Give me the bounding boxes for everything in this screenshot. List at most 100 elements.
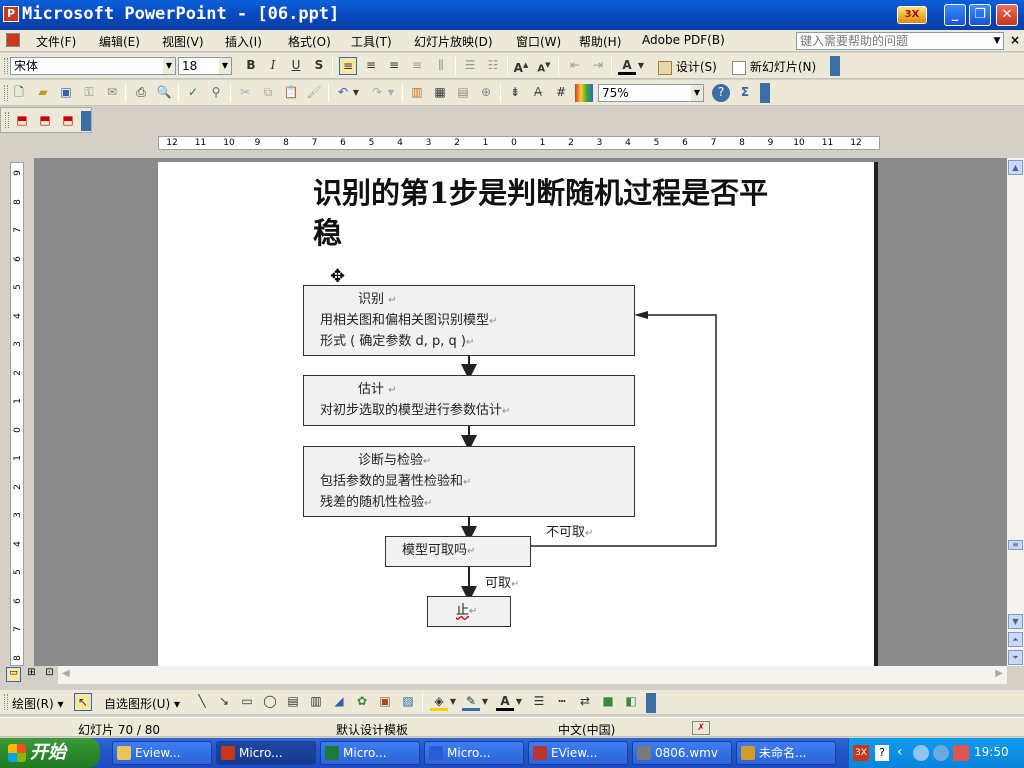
chevron-down-icon[interactable]: ▼ (636, 57, 646, 75)
close-button[interactable]: ✕ (996, 4, 1018, 26)
clipart-icon[interactable]: ▣ (376, 693, 394, 711)
toolbar-options-button[interactable] (81, 111, 91, 131)
toolbar-options-button[interactable] (760, 83, 770, 103)
decrease-indent-button[interactable]: ⇤ (566, 57, 584, 75)
tray-ime-icon[interactable]: 3X (853, 745, 869, 761)
new-slide-button[interactable]: 新幻灯片(N) (732, 58, 816, 75)
clock[interactable]: 19:50 (974, 745, 1009, 759)
minimize-button[interactable]: _ (944, 4, 966, 26)
menu-adobe-pdf[interactable]: Adobe PDF(B) (642, 33, 725, 47)
textbox-icon[interactable]: ▤ (284, 693, 302, 711)
chevron-down-icon[interactable]: ▼ (448, 693, 458, 711)
font-name-select[interactable]: 宋体 ▼ (10, 57, 176, 75)
slide-title[interactable]: 识别的第1步是判断随机过程是否平稳 (313, 173, 783, 253)
3d-style-icon[interactable]: ◧ (622, 693, 640, 711)
document-icon[interactable] (6, 33, 20, 47)
taskbar-task-button[interactable]: Eview... (112, 741, 212, 765)
scroll-thumb[interactable]: ≡ (1008, 540, 1023, 550)
taskbar-task-button[interactable]: Micro... (320, 741, 420, 765)
increase-indent-button[interactable]: ⇥ (589, 57, 607, 75)
chevron-down-icon[interactable]: ▼ (691, 85, 703, 101)
justify-button[interactable]: ≡ (408, 57, 426, 75)
scroll-down-button[interactable]: ▼ (1008, 614, 1023, 629)
arrow-style-icon[interactable]: ⇄ (576, 693, 594, 711)
undo-icon[interactable]: ↶ (334, 84, 352, 102)
email-icon[interactable]: ✉ (103, 84, 121, 102)
toolbar-options-button[interactable] (830, 56, 840, 76)
chevron-down-icon[interactable]: ▼ (991, 33, 1003, 49)
underline-button[interactable]: U (287, 57, 305, 75)
tray-arrow-icon[interactable]: ‹ (897, 744, 903, 760)
oval-icon[interactable]: ◯ (261, 693, 279, 711)
new-document-icon[interactable]: 🗋 (10, 84, 28, 102)
autoshapes-button[interactable]: 自选图形(U) ▾ (104, 695, 180, 712)
chevron-down-icon[interactable]: ▼ (514, 693, 524, 711)
permission-icon[interactable]: ⚿ (80, 84, 98, 102)
help-icon[interactable]: ? (712, 84, 730, 102)
sum-icon[interactable]: Σ (736, 84, 754, 102)
font-color-button[interactable]: A (618, 57, 636, 75)
research-icon[interactable]: ⚲ (207, 84, 225, 102)
taskbar-task-button[interactable]: EView... (528, 741, 628, 765)
scroll-left-button[interactable]: ◀ (62, 668, 70, 679)
shadow-button[interactable]: S (310, 57, 328, 75)
show-formatting-icon[interactable]: A̶ (529, 84, 547, 102)
format-painter-icon[interactable]: 🖌 (305, 84, 323, 102)
dash-style-icon[interactable]: ┅ (553, 693, 571, 711)
copy-icon[interactable]: ⧉ (259, 84, 277, 102)
grid-icon[interactable]: # (552, 84, 570, 102)
toolbar-grip[interactable] (5, 112, 9, 128)
tray-security-icon[interactable] (953, 745, 969, 761)
hyperlink-icon[interactable]: ⊕ (477, 84, 495, 102)
font-size-select[interactable]: 18 ▼ (178, 57, 232, 75)
toolbar-grip[interactable] (4, 58, 8, 74)
select-objects-icon[interactable]: ↖ (74, 693, 92, 711)
insert-chart-icon[interactable]: ▥ (408, 84, 426, 102)
pdf-email-icon[interactable]: ⬒ (36, 112, 54, 130)
spelling-status-icon[interactable]: ✗ (692, 721, 710, 735)
slide-sorter-button[interactable]: ⊞ (24, 667, 39, 682)
align-center-button[interactable]: ≡ (362, 57, 380, 75)
restore-button[interactable]: ❐ (969, 4, 991, 26)
tray-help-icon[interactable]: ? (875, 745, 889, 761)
tables-borders-icon[interactable]: ▤ (454, 84, 472, 102)
distributed-button[interactable]: ⫼ (432, 57, 450, 75)
normal-view-button[interactable]: ▭ (6, 667, 21, 682)
tray-messenger-icon[interactable] (933, 745, 949, 761)
diagram-icon[interactable]: ✿ (353, 693, 371, 711)
toolbar-options-button[interactable] (646, 693, 656, 713)
open-folder-icon[interactable]: ▰ (34, 84, 52, 102)
save-icon[interactable]: ▣ (57, 84, 75, 102)
paste-icon[interactable]: 📋 (282, 84, 300, 102)
italic-button[interactable]: I (264, 57, 282, 75)
vertical-scrollbar[interactable] (1007, 158, 1024, 666)
vertical-textbox-icon[interactable]: ▥ (307, 693, 325, 711)
picture-icon[interactable]: ▨ (399, 693, 417, 711)
toolbar-grip[interactable] (4, 694, 8, 710)
zoom-select[interactable]: 75% ▼ (598, 84, 704, 102)
taskbar-task-button[interactable]: 未命名... (736, 741, 836, 765)
ime-badge-icon[interactable]: 3X (897, 6, 927, 24)
expand-all-icon[interactable]: ⇟ (506, 84, 524, 102)
start-button[interactable]: 开始 (0, 738, 100, 768)
flow-box-diagnose[interactable]: 诊断与检验↵ 包括参数的显著性检验和↵ 残差的随机性检验↵ (303, 446, 635, 517)
menu-edit[interactable]: 编辑(E) (99, 33, 140, 50)
next-slide-button[interactable]: ⏷ (1008, 650, 1023, 665)
rectangle-icon[interactable]: ▭ (238, 693, 256, 711)
bold-button[interactable]: B (242, 57, 260, 75)
flow-box-end[interactable]: 止↵ (427, 596, 511, 627)
scroll-right-button[interactable]: ▶ (995, 668, 1003, 679)
taskbar-task-button[interactable]: 0806.wmv (632, 741, 732, 765)
menu-window[interactable]: 窗口(W) (516, 33, 561, 50)
horizontal-scrollbar[interactable]: ◀ ▶ (58, 666, 1007, 684)
taskbar-task-button[interactable]: Micro... (216, 741, 316, 765)
chevron-down-icon[interactable]: ▼ (386, 84, 396, 102)
flow-box-identify[interactable]: 识别 ↵ 用相关图和偏相关图识别模型↵ 形式 ( 确定参数 d, p, q )↵ (303, 285, 635, 356)
chevron-down-icon[interactable]: ▼ (480, 693, 490, 711)
increase-font-button[interactable]: A▲ (512, 57, 530, 75)
menu-view[interactable]: 视图(V) (162, 33, 204, 50)
align-left-button[interactable]: ≡ (339, 57, 357, 75)
menu-insert[interactable]: 插入(I) (225, 33, 262, 50)
taskbar-task-button[interactable]: Micro... (424, 741, 524, 765)
draw-menu-button[interactable]: 绘图(R) ▾ (12, 695, 64, 712)
